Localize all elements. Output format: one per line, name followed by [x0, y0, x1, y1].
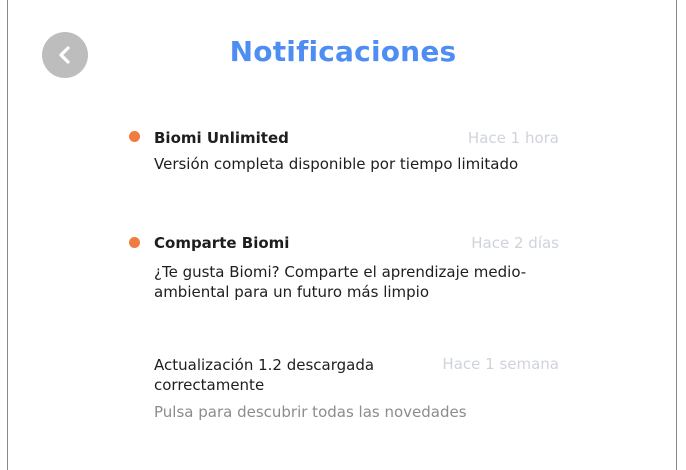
notification-item[interactable]: Actualización 1.2 descargada correctamen…: [129, 355, 559, 425]
notification-time: Hace 2 días: [471, 234, 559, 252]
notification-body: ¿Te gusta Biomi? Comparte el aprendizaje…: [154, 263, 527, 301]
notification-time: Hace 1 semana: [442, 355, 559, 373]
notification-title: Comparte Biomi: [154, 234, 290, 252]
notification-title: Actualización 1.2 descargada correctamen…: [154, 356, 375, 394]
notification-body: Pulsa para descubrir todas las novedades: [154, 403, 467, 421]
notification-time: Hace 1 hora: [467, 129, 559, 147]
notification-item[interactable]: Comparte Biomi Hace 2 días ¿Te gusta Bio…: [129, 232, 559, 302]
notification-body: Versión completa disponible por tiempo l…: [154, 155, 519, 173]
notification-title: Biomi Unlimited: [154, 129, 289, 147]
unread-dot: [129, 131, 140, 142]
notification-item[interactable]: Biomi Unlimited Hace 1 hora Versión comp…: [129, 126, 559, 186]
unread-dot: [129, 237, 140, 248]
page-title: Notificaciones: [229, 35, 457, 68]
